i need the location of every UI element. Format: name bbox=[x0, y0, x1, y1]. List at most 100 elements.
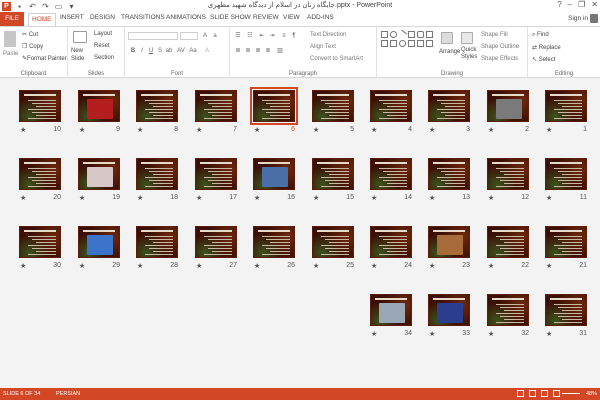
slide-transition-icon[interactable]: ★ bbox=[254, 194, 260, 202]
layout-button[interactable]: Layout bbox=[94, 31, 112, 37]
slide-transition-icon[interactable]: ★ bbox=[429, 194, 435, 202]
underline-icon[interactable]: U bbox=[147, 47, 155, 55]
slide-thumbnail[interactable] bbox=[487, 226, 529, 258]
slide-transition-icon[interactable]: ★ bbox=[20, 126, 26, 134]
shrink-font-icon[interactable]: a bbox=[211, 32, 219, 40]
convert-smartart-button[interactable]: Convert to SmartArt bbox=[310, 56, 363, 62]
slide-thumbnail[interactable] bbox=[312, 158, 354, 190]
slide-transition-icon[interactable]: ★ bbox=[79, 262, 85, 270]
bullets-icon[interactable]: ☰ bbox=[234, 32, 242, 40]
slide-transition-icon[interactable]: ★ bbox=[371, 194, 377, 202]
slide-transition-icon[interactable]: ★ bbox=[546, 330, 552, 338]
slide-thumbnail[interactable] bbox=[428, 90, 470, 122]
slide-sorter-view-icon[interactable] bbox=[529, 390, 536, 397]
slide-thumbnail[interactable] bbox=[487, 90, 529, 122]
change-case-icon[interactable]: Aa bbox=[189, 47, 197, 55]
slide-thumbnail[interactable] bbox=[136, 158, 178, 190]
paste-icon[interactable] bbox=[4, 31, 16, 47]
shape-fill-button[interactable]: Shape Fill bbox=[481, 32, 508, 38]
slide-transition-icon[interactable]: ★ bbox=[313, 126, 319, 134]
slide-thumbnail[interactable] bbox=[78, 90, 120, 122]
slide-transition-icon[interactable]: ★ bbox=[371, 126, 377, 134]
slide-transition-icon[interactable]: ★ bbox=[313, 194, 319, 202]
new-slide-icon[interactable] bbox=[73, 31, 87, 43]
zoom-slider[interactable] bbox=[562, 393, 580, 394]
tab-insert[interactable]: INSERT bbox=[60, 14, 84, 21]
align-left-icon[interactable]: ≣ bbox=[234, 47, 242, 55]
shape-effects-button[interactable]: Shape Effects bbox=[481, 56, 518, 62]
slide-transition-icon[interactable]: ★ bbox=[196, 262, 202, 270]
align-text-button[interactable]: Align Text bbox=[310, 44, 336, 50]
slide-thumbnail[interactable] bbox=[487, 294, 529, 326]
shape-outline-button[interactable]: Shape Outline bbox=[481, 44, 519, 50]
tab-home[interactable]: HOME bbox=[28, 13, 56, 26]
tab-view[interactable]: VIEW bbox=[283, 14, 300, 21]
oval-shape-icon[interactable] bbox=[390, 31, 397, 38]
justify-icon[interactable]: ≣ bbox=[264, 47, 272, 55]
slide-transition-icon[interactable]: ★ bbox=[137, 126, 143, 134]
callout-shape-icon[interactable] bbox=[426, 40, 433, 47]
slide-thumbnail[interactable] bbox=[428, 158, 470, 190]
tab-transitions[interactable]: TRANSITIONS bbox=[121, 14, 165, 21]
slide-transition-icon[interactable]: ★ bbox=[488, 262, 494, 270]
slideshow-view-icon[interactable] bbox=[553, 390, 560, 397]
format-painter-button[interactable]: ✎Format Painter bbox=[22, 55, 67, 62]
close-button[interactable]: ✕ bbox=[591, 0, 598, 9]
reading-view-icon[interactable] bbox=[541, 390, 548, 397]
slide-transition-icon[interactable]: ★ bbox=[371, 262, 377, 270]
replace-button[interactable]: ⇄ Replace bbox=[532, 44, 561, 51]
slide-thumbnail[interactable] bbox=[370, 226, 412, 258]
rounded-rect-shape-icon[interactable] bbox=[417, 31, 424, 38]
slide-transition-icon[interactable]: ★ bbox=[371, 330, 377, 338]
slide-thumbnail[interactable] bbox=[78, 226, 120, 258]
copy-button[interactable]: ❐ Copy bbox=[22, 43, 43, 50]
slide-transition-icon[interactable]: ★ bbox=[429, 126, 435, 134]
slide-transition-icon[interactable]: ★ bbox=[429, 330, 435, 338]
slide-thumbnail[interactable] bbox=[195, 226, 237, 258]
slide-transition-icon[interactable]: ★ bbox=[488, 330, 494, 338]
language-indicator[interactable]: PERSIAN bbox=[56, 391, 80, 397]
quick-styles-icon[interactable] bbox=[461, 32, 473, 44]
shadow-icon[interactable]: S bbox=[156, 47, 164, 55]
slide-thumbnail[interactable] bbox=[370, 158, 412, 190]
slide-transition-icon[interactable]: ★ bbox=[254, 262, 260, 270]
slide-thumbnail[interactable] bbox=[250, 87, 298, 125]
arrange-button[interactable]: Arrange bbox=[439, 49, 460, 55]
slide-thumbnail[interactable] bbox=[545, 90, 587, 122]
star-shape-icon[interactable] bbox=[408, 40, 415, 47]
slide-thumbnail[interactable] bbox=[428, 226, 470, 258]
section-button[interactable]: Section bbox=[94, 55, 114, 61]
slide-thumbnail[interactable] bbox=[370, 294, 412, 326]
slide-transition-icon[interactable]: ★ bbox=[20, 262, 26, 270]
line-shape-icon[interactable] bbox=[397, 29, 408, 40]
slide-thumbnail[interactable] bbox=[545, 294, 587, 326]
bold-icon[interactable]: B bbox=[129, 47, 137, 55]
slide-transition-icon[interactable]: ★ bbox=[196, 126, 202, 134]
tab-add-ins[interactable]: ADD-INS bbox=[307, 14, 334, 21]
slide-transition-icon[interactable]: ★ bbox=[313, 262, 319, 270]
slide-transition-icon[interactable]: ★ bbox=[429, 262, 435, 270]
slide-thumbnail[interactable] bbox=[312, 226, 354, 258]
slide-thumbnail[interactable] bbox=[19, 90, 61, 122]
slide-transition-icon[interactable]: ★ bbox=[79, 194, 85, 202]
numbering-icon[interactable]: ☷ bbox=[246, 32, 254, 40]
slide-transition-icon[interactable]: ★ bbox=[20, 194, 26, 202]
rectangle-shape-icon[interactable] bbox=[381, 31, 388, 38]
grow-font-icon[interactable]: A bbox=[201, 32, 209, 40]
increase-indent-icon[interactable]: ⇥ bbox=[268, 32, 276, 40]
slide-thumbnail[interactable] bbox=[545, 158, 587, 190]
slide-thumbnail[interactable] bbox=[136, 226, 178, 258]
quick-styles-button[interactable]: Quick Styles bbox=[461, 47, 479, 61]
find-button[interactable]: ⌕ Find bbox=[532, 32, 549, 39]
arrow-shape-icon[interactable] bbox=[426, 31, 433, 38]
slide-thumbnail[interactable] bbox=[312, 90, 354, 122]
slide-transition-icon[interactable]: ★ bbox=[546, 126, 552, 134]
decrease-indent-icon[interactable]: ⇤ bbox=[258, 32, 266, 40]
slide-thumbnail[interactable] bbox=[253, 226, 295, 258]
brace-shape-icon[interactable] bbox=[417, 40, 424, 47]
avatar[interactable] bbox=[590, 14, 598, 23]
italic-icon[interactable]: I bbox=[138, 47, 146, 55]
tab-slide-show[interactable]: SLIDE SHOW bbox=[210, 14, 251, 21]
slide-transition-icon[interactable]: ★ bbox=[254, 126, 260, 134]
slide-thumbnail[interactable] bbox=[136, 90, 178, 122]
